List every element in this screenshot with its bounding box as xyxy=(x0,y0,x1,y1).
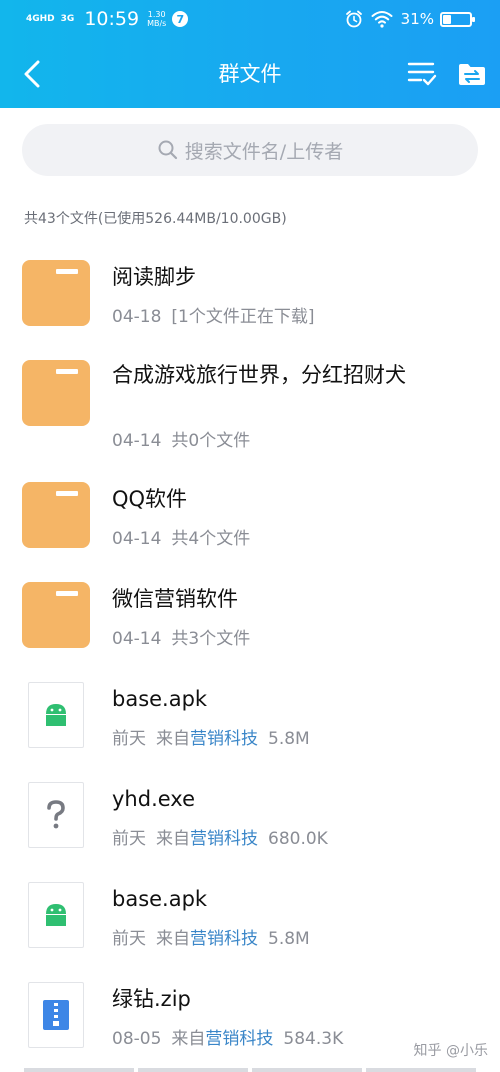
file-from: 来自 xyxy=(156,929,190,949)
folder-icon xyxy=(22,260,90,326)
file-date: 前天 xyxy=(112,929,146,949)
list-item[interactable]: base.apk 前天 来自营销科技 5.8M xyxy=(0,676,500,776)
transfer-folder-button[interactable] xyxy=(454,56,490,92)
file-name: 合成游戏旅行世界，分红招财犬 xyxy=(112,363,406,387)
file-date: 08-05 xyxy=(112,1029,162,1049)
file-from: 来自 xyxy=(156,729,190,749)
list-item[interactable]: 合成游戏旅行世界，分红招财犬 04-14 共0个文件 xyxy=(0,350,500,476)
battery-percent: 31% xyxy=(400,10,434,28)
zip-icon xyxy=(43,1000,69,1030)
file-size: 584.3K xyxy=(283,1029,344,1049)
file-size: 680.0K xyxy=(268,829,328,849)
network-speed: 1.30 MB/s xyxy=(147,10,166,28)
battery-fill xyxy=(443,14,452,24)
file-info: 共4个文件 xyxy=(171,529,251,549)
file-name: yhd.exe xyxy=(112,787,195,811)
file-date: 04-14 xyxy=(112,629,162,649)
battery-icon xyxy=(440,11,475,27)
android-icon xyxy=(46,904,66,926)
file-name: base.apk xyxy=(112,687,208,711)
wifi-icon xyxy=(371,11,393,28)
storage-summary: 共43个文件(已使用526.44MB/10.00GB) xyxy=(24,211,287,227)
file-meta: 04-18 [1个文件正在下载] xyxy=(112,302,315,327)
list-item[interactable]: 阅读脚步 04-18 [1个文件正在下载] xyxy=(0,250,500,350)
file-info: 共3个文件 xyxy=(171,629,251,649)
search-placeholder: 搜索文件名/上传者 xyxy=(184,140,344,163)
zip-file-icon xyxy=(28,982,84,1048)
question-mark-icon xyxy=(47,800,65,829)
file-meta: 前天 来自营销科技 5.8M xyxy=(112,724,310,749)
multi-select-button[interactable] xyxy=(404,56,440,92)
title-bar: 4GHD 3G 10:59 1.30 MB/s 7 31% 群文件 xyxy=(0,0,500,108)
file-meta: 04-14 共0个文件 xyxy=(112,426,250,451)
status-right: 31% xyxy=(345,8,475,30)
file-name: 阅读脚步 xyxy=(112,265,196,289)
file-meta: 08-05 来自营销科技 584.3K xyxy=(112,1024,343,1049)
file-meta: 前天 来自营销科技 5.8M xyxy=(112,924,310,949)
file-date: 04-18 xyxy=(112,307,162,327)
file-info: 共0个文件 xyxy=(171,431,251,451)
file-date: 04-14 xyxy=(112,431,162,451)
alarm-icon xyxy=(345,10,362,28)
search-input[interactable]: 搜索文件名/上传者 xyxy=(22,124,478,176)
folder-icon xyxy=(22,360,90,426)
file-name: QQ软件 xyxy=(112,487,188,511)
speed-value: 1.30 xyxy=(147,10,166,19)
file-name: 绿钻.zip xyxy=(112,987,191,1011)
list-item[interactable]: QQ软件 04-14 共4个文件 xyxy=(0,476,500,576)
uploader-link[interactable]: 营销科技 xyxy=(205,1029,273,1049)
file-from: 来自 xyxy=(171,1029,206,1049)
uploader-link[interactable]: 营销科技 xyxy=(190,929,258,949)
file-date: 前天 xyxy=(112,729,146,749)
uploader-link[interactable]: 营销科技 xyxy=(190,729,258,749)
file-name: 微信营销软件 xyxy=(112,587,238,611)
network-secondary: 3G xyxy=(60,13,75,24)
list-item[interactable]: yhd.exe 前天 来自营销科技 680.0K xyxy=(0,776,500,876)
list-item[interactable]: base.apk 前天 来自营销科技 5.8M xyxy=(0,876,500,976)
android-icon xyxy=(46,704,66,726)
list-check-icon xyxy=(407,62,437,86)
apk-file-icon xyxy=(28,882,84,948)
file-info: [1个文件正在下载] xyxy=(171,307,315,327)
scroll-indicator xyxy=(0,1068,500,1072)
file-date: 前天 xyxy=(112,829,146,849)
file-from: 来自 xyxy=(156,829,190,849)
folder-icon xyxy=(22,582,90,648)
search-icon xyxy=(157,139,179,161)
file-size: 5.8M xyxy=(268,729,310,749)
network-indicator-2: 3G xyxy=(60,13,75,24)
folder-icon xyxy=(22,482,90,548)
unknown-file-icon xyxy=(28,782,84,848)
uploader-link[interactable]: 营销科技 xyxy=(190,829,258,849)
file-meta: 前天 来自营销科技 680.0K xyxy=(112,824,328,849)
file-meta: 04-14 共3个文件 xyxy=(112,624,250,649)
network-primary: 4GHD xyxy=(26,13,55,24)
network-indicator: 4GHD xyxy=(26,13,55,24)
file-size: 5.8M xyxy=(268,929,310,949)
file-meta: 04-14 共4个文件 xyxy=(112,524,250,549)
watermark: 知乎 @小乐 xyxy=(413,1043,488,1059)
notification-badge: 7 xyxy=(172,11,189,27)
status-time: 10:59 xyxy=(84,8,140,30)
apk-file-icon xyxy=(28,682,84,748)
file-name: base.apk xyxy=(112,887,208,911)
status-left: 4GHD 3G 10:59 1.30 MB/s 7 xyxy=(26,8,189,30)
status-bar: 4GHD 3G 10:59 1.30 MB/s 7 31% xyxy=(0,0,500,38)
list-item[interactable]: 微信营销软件 04-14 共3个文件 xyxy=(0,576,500,676)
folder-transfer-icon xyxy=(459,64,485,85)
file-list: 阅读脚步 04-18 [1个文件正在下载] 合成游戏旅行世界，分红招财犬 04-1… xyxy=(0,250,500,1072)
file-date: 04-14 xyxy=(112,529,162,549)
speed-unit: MB/s xyxy=(147,19,167,28)
